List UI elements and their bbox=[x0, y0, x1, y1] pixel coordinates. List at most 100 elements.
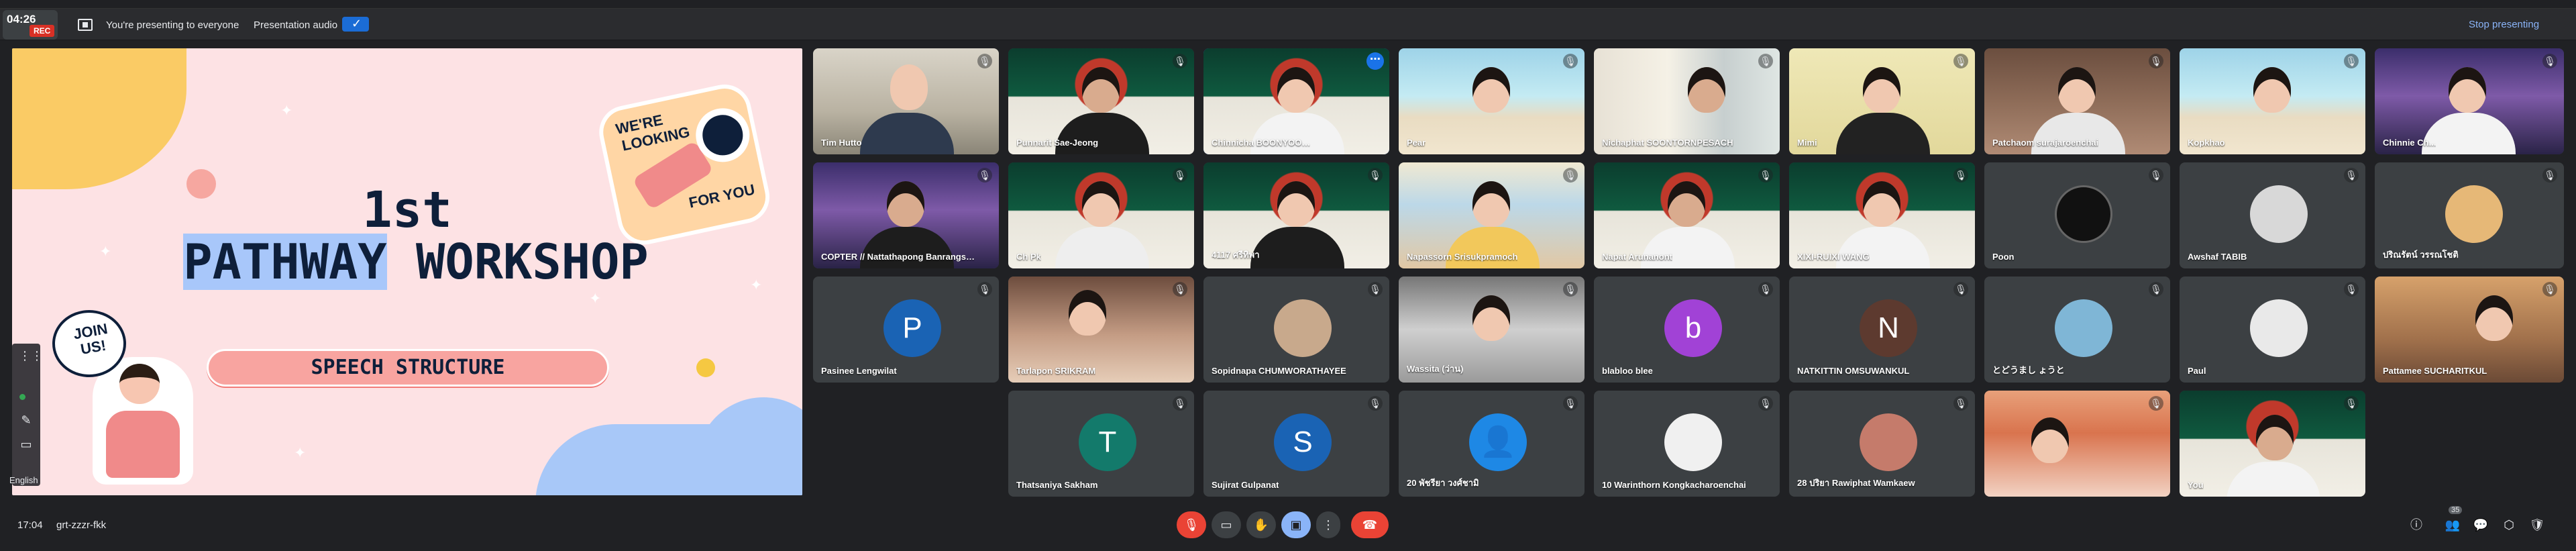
info-icon[interactable]: ⓘ bbox=[2408, 517, 2424, 533]
participant-name: You bbox=[2188, 480, 2204, 490]
participant-name: Paul bbox=[2188, 366, 2206, 376]
participant-tile[interactable]: 🎙 4117 ศรีทิพา bbox=[1203, 162, 1389, 268]
avatar bbox=[2445, 185, 2503, 243]
more-options-icon[interactable]: ⋯ bbox=[1366, 52, 1384, 70]
participant-tile[interactable]: 🎙 10 Warinthorn Kongkacharoenchai bbox=[1594, 391, 1780, 497]
rec-badge: REC bbox=[30, 25, 55, 37]
participant-name: Poon bbox=[1992, 252, 2015, 262]
participant-tile[interactable]: 🎙 Tim Hutto bbox=[813, 48, 999, 154]
stop-presenting-button[interactable]: Stop presenting bbox=[2469, 19, 2539, 30]
star-icon: ✦ bbox=[589, 290, 602, 307]
participant-face bbox=[1277, 67, 1315, 113]
participant-face bbox=[1472, 181, 1510, 227]
mic-toggle-button[interactable]: 🎙 bbox=[1177, 511, 1206, 538]
clock: 04:26 bbox=[7, 13, 36, 26]
star-icon: ✦ bbox=[294, 444, 307, 461]
participant-face bbox=[890, 64, 928, 110]
participant-tile[interactable]: 🎙 bbox=[1984, 391, 2170, 497]
leave-call-button[interactable]: ☎ bbox=[1351, 511, 1389, 538]
mic-off-icon: 🎙 bbox=[1173, 168, 1187, 183]
participant-tile[interactable]: 🎙 Pear bbox=[1399, 48, 1585, 154]
people-icon[interactable]: 👥 bbox=[2445, 517, 2461, 533]
participant-tile[interactable]: 👤 🎙 20 พัชรียา วงศ์ชามิ bbox=[1399, 391, 1585, 497]
participant-name: Nichaphat SOONTORNPESACH bbox=[1602, 138, 1733, 148]
present-button[interactable]: ▣ bbox=[1281, 511, 1311, 538]
self-view-tile[interactable]: 🎙 You bbox=[2180, 391, 2365, 497]
more-options-button[interactable]: ⋮ bbox=[1316, 511, 1340, 538]
participant-video bbox=[1984, 391, 2170, 497]
avatar: N bbox=[1860, 299, 1917, 357]
meeting-code[interactable]: grt-zzzr-fkk bbox=[56, 519, 106, 531]
participant-name: Kopkhao bbox=[2188, 138, 2225, 148]
mic-off-icon: 🎙 bbox=[1368, 282, 1383, 297]
activities-icon[interactable]: ⬡ bbox=[2501, 517, 2517, 533]
mic-off-icon: 🎙 bbox=[2149, 54, 2163, 68]
participant-count: 35 bbox=[2449, 506, 2463, 514]
avatar: b bbox=[1664, 299, 1722, 357]
participant-tile[interactable]: 🎙 Wassita (ว่าน) bbox=[1399, 277, 1585, 383]
participant-tile[interactable]: 🎙 Nichaphat SOONTORNPESACH bbox=[1594, 48, 1780, 154]
apps-grid-icon[interactable]: ⋮⋮ bbox=[19, 349, 43, 364]
mic-off-icon: 🎙 bbox=[1173, 396, 1187, 411]
status-dot bbox=[19, 394, 25, 400]
mic-off-icon: 🎙 bbox=[2542, 168, 2557, 183]
avatar bbox=[2055, 299, 2112, 357]
camera-toggle-button[interactable]: ▭ bbox=[1212, 511, 1241, 538]
presentation-slide: ✦ ✦ ✦ ✦ ✦ WE'RE LOOKING FOR YOU JOIN US!… bbox=[12, 48, 802, 495]
participant-tile[interactable]: 🎙 ปริณรัตน์ วรรณโชติ bbox=[2375, 162, 2564, 268]
decor-dot bbox=[696, 358, 715, 377]
avatar bbox=[1274, 299, 1332, 357]
participant-tile[interactable]: 🎙 Napat Arunanont bbox=[1594, 162, 1780, 268]
participant-name: XIXI-RUIXI WANG bbox=[1797, 252, 1870, 262]
pen-icon[interactable]: ✎ bbox=[19, 413, 34, 428]
participant-tile[interactable]: 🎙 Chinnie Ch... bbox=[2375, 48, 2564, 154]
participant-tile[interactable]: 🎙 Sopidnapa CHUMWORATHAYEE bbox=[1203, 277, 1389, 383]
raise-hand-button[interactable]: ✋ bbox=[1246, 511, 1276, 538]
mic-off-icon: 🎙 bbox=[1758, 396, 1773, 411]
participant-name: NATKITTIN OMSUWANKUL bbox=[1797, 366, 1910, 376]
participant-tile[interactable]: 🎙 Napassorn Srisukpramoch bbox=[1399, 162, 1585, 268]
participant-name: 4117 ศรีทิพา bbox=[1212, 250, 1260, 260]
present-screen-icon bbox=[78, 19, 93, 31]
participant-tile[interactable]: 🎙 Kopkhao bbox=[2180, 48, 2365, 154]
mic-off-icon: 🎙 bbox=[1368, 168, 1383, 183]
mic-off-icon: 🎙 bbox=[2149, 282, 2163, 297]
participant-tile[interactable]: N 🎙 NATKITTIN OMSUWANKUL bbox=[1789, 277, 1975, 383]
mic-off-icon: 🎙 bbox=[2149, 396, 2163, 411]
participant-face bbox=[2475, 295, 2513, 341]
participant-tile[interactable]: 🎙 Paul bbox=[2180, 277, 2365, 383]
participant-name: Awshaf TABIB bbox=[2188, 252, 2247, 262]
participant-tile[interactable]: 🎙 28 ปริยา Rawiphat Wamkaew bbox=[1789, 391, 1975, 497]
participant-tile[interactable]: P 🎙 Pasinee Lengwilat bbox=[813, 277, 999, 383]
participant-face bbox=[1688, 67, 1725, 113]
participant-tile[interactable]: T 🎙 Thatsaniya Sakham bbox=[1008, 391, 1194, 497]
chat-icon[interactable]: 💬 bbox=[2473, 517, 2489, 533]
participant-tile[interactable]: 🎙 Pattamee SUCHARITKUL bbox=[2375, 277, 2564, 383]
participant-tile[interactable]: b 🎙 blabloo blee bbox=[1594, 277, 1780, 383]
participant-name: Tarlapon SRIKRAM bbox=[1016, 366, 1096, 376]
participant-tile[interactable]: 🎙 とどうまし ょうと bbox=[1984, 277, 2170, 383]
participant-tile[interactable]: 🎙 Punnarit Sae-Jeong bbox=[1008, 48, 1194, 154]
slide-tool-rail: ⋮⋮ ✎ ▭ bbox=[12, 344, 43, 486]
participant-tile-speaking[interactable]: ⋯ Chinnicha BOONYOO… bbox=[1203, 48, 1389, 154]
clock-badge: 04:26 REC bbox=[3, 10, 58, 40]
participant-tile[interactable]: 🎙 COPTER // Nattathapong Banrangsasiri… bbox=[813, 162, 999, 268]
captions-icon[interactable]: ▭ bbox=[19, 438, 34, 452]
participant-name: Thatsaniya Sakham bbox=[1016, 480, 1098, 490]
host-controls-icon[interactable]: 🛡 bbox=[2529, 517, 2545, 533]
participant-tile[interactable]: S 🎙 Sujirat Gulpanat bbox=[1203, 391, 1389, 497]
participant-tile[interactable]: 🎙 Tarlapon SRIKRAM bbox=[1008, 277, 1194, 383]
participant-tile[interactable]: 🎙 Mimi bbox=[1789, 48, 1975, 154]
presenting-bar: 04:26 REC You're presenting to everyone … bbox=[0, 8, 2576, 40]
mic-off-icon: 🎙 bbox=[2344, 54, 2359, 68]
participant-tile[interactable]: 🎙 Awshaf TABIB bbox=[2180, 162, 2365, 268]
participant-tile[interactable]: 🎙 Patchaom surajaroenchai bbox=[1984, 48, 2170, 154]
participant-name: Chinnicha BOONYOO… bbox=[1212, 138, 1311, 148]
presentation-audio-label: Presentation audio bbox=[254, 19, 338, 31]
caption-language[interactable]: English bbox=[9, 475, 38, 485]
participant-tile[interactable]: 🎙 Ch Pk bbox=[1008, 162, 1194, 268]
join-us-sticker: JOIN US! bbox=[39, 310, 193, 485]
participant-tile[interactable]: 🎙 Poon bbox=[1984, 162, 2170, 268]
participant-face bbox=[1863, 181, 1900, 227]
participant-tile[interactable]: 🎙 XIXI-RUIXI WANG bbox=[1789, 162, 1975, 268]
